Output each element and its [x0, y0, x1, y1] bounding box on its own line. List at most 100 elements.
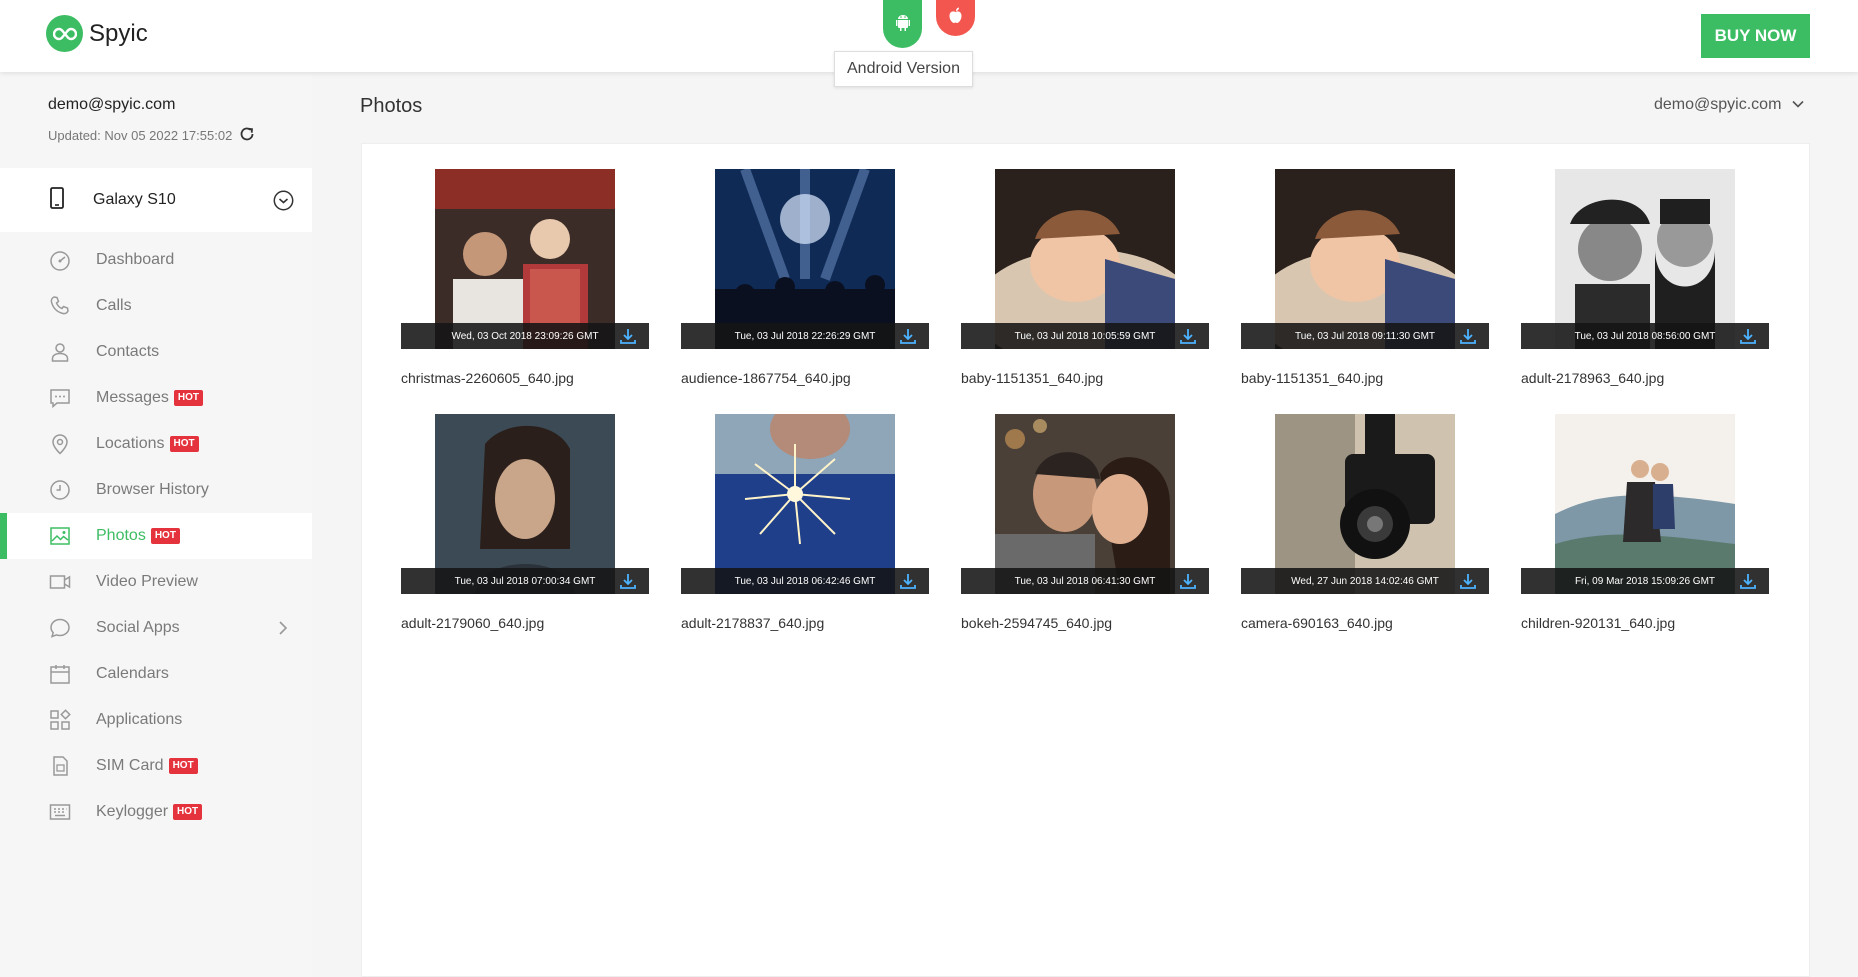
buy-now-button[interactable]: BUY NOW [1701, 14, 1810, 58]
photo-card: Tue, 03 Jul 2018 08:56:00 GMT adult-2178… [1521, 169, 1769, 386]
device-selector[interactable]: Galaxy S10 [0, 168, 312, 232]
photos-icon [48, 524, 72, 548]
download-icon[interactable] [1739, 327, 1757, 350]
photo-date: Tue, 03 Jul 2018 07:00:34 GMT [454, 575, 596, 587]
download-icon[interactable] [1459, 572, 1477, 595]
sidebar-item-calls[interactable]: Calls [0, 283, 312, 329]
hot-badge: HOT [173, 390, 204, 406]
photo-card: Fri, 09 Mar 2018 15:09:26 GMT children-9… [1521, 414, 1769, 631]
download-icon[interactable] [1739, 572, 1757, 595]
account-info: demo@spyic.com Updated: Nov 05 2022 17:5… [48, 96, 256, 146]
download-icon[interactable] [899, 572, 917, 595]
photo-thumbnail[interactable] [435, 169, 615, 349]
brand-name: Spyic [89, 19, 148, 47]
android-version-tab[interactable] [883, 0, 922, 48]
sidebar-item-video-preview[interactable]: Video Preview [0, 559, 312, 605]
photo-card: Tue, 03 Jul 2018 07:00:34 GMT adult-2179… [401, 414, 649, 631]
photo-card: Wed, 27 Jun 2018 14:02:46 GMT camera-690… [1241, 414, 1489, 631]
download-icon[interactable] [1179, 327, 1197, 350]
download-icon[interactable] [1179, 572, 1197, 595]
photo-thumbnail[interactable] [715, 414, 895, 594]
user-menu[interactable]: demo@spyic.com [1654, 96, 1805, 114]
photo-thumbnail[interactable] [715, 169, 895, 349]
photo-thumbnail[interactable] [1555, 414, 1735, 594]
photos-panel: Wed, 03 Oct 2018 23:09:26 GMT christmas-… [361, 143, 1810, 977]
sidebar-item-sim-card[interactable]: SIM Card HOT [0, 743, 312, 789]
photo-thumbnail[interactable] [995, 169, 1175, 349]
refresh-icon[interactable] [238, 125, 256, 146]
photo-caption-bar: Tue, 03 Jul 2018 09:11:30 GMT [1241, 323, 1489, 349]
download-icon[interactable] [899, 327, 917, 350]
photo-date: Tue, 03 Jul 2018 09:11:30 GMT [1294, 330, 1436, 342]
ios-version-tab[interactable] [936, 0, 975, 36]
photo-filename: children-920131_640.jpg [1521, 615, 1676, 631]
download-icon[interactable] [1459, 327, 1477, 350]
sidebar-item-browser-history[interactable]: Browser History [0, 467, 312, 513]
hot-badge: HOT [168, 758, 198, 774]
sidebar-item-messages[interactable]: Messages HOT [0, 375, 312, 421]
photo-filename: christmas-2260605_640.jpg [401, 370, 574, 386]
sidebar-item-keylogger[interactable]: Keylogger HOT [0, 789, 312, 835]
sim-icon [48, 754, 72, 778]
calendar-icon [48, 662, 72, 686]
photo-date: Tue, 03 Jul 2018 22:26:29 GMT [734, 330, 876, 342]
sidebar-item-label: Video Preview [96, 573, 198, 590]
photo-thumbnail[interactable] [995, 414, 1175, 594]
photo-date: Tue, 03 Jul 2018 06:42:46 GMT [734, 575, 876, 587]
photo-thumbnail[interactable] [1275, 414, 1455, 594]
photo-date: Wed, 27 Jun 2018 14:02:46 GMT [1291, 575, 1439, 587]
photo-thumbnail[interactable] [435, 414, 615, 594]
android-icon [895, 13, 911, 36]
photo-card: Tue, 03 Jul 2018 06:42:46 GMT adult-2178… [681, 414, 929, 631]
sidebar-item-social-apps[interactable]: Social Apps [0, 605, 312, 651]
sidebar-item-locations[interactable]: Locations HOT [0, 421, 312, 467]
photo-date: Tue, 03 Jul 2018 10:05:59 GMT [1014, 330, 1156, 342]
sidebar-item-photos[interactable]: Photos HOT [0, 513, 312, 559]
chevron-down-circle-icon[interactable] [273, 190, 294, 216]
sidebar-item-label: Calendars [96, 665, 169, 682]
phone-icon [48, 294, 72, 318]
download-icon[interactable] [619, 327, 637, 350]
download-icon[interactable] [619, 572, 637, 595]
photo-thumbnail[interactable] [1275, 169, 1455, 349]
photo-caption-bar: Tue, 03 Jul 2018 10:05:59 GMT [961, 323, 1209, 349]
apple-icon [948, 7, 963, 29]
photo-caption-bar: Tue, 03 Jul 2018 06:42:46 GMT [681, 568, 929, 594]
sidebar-item-label: Messages [96, 389, 169, 406]
photo-thumbnail[interactable] [1555, 169, 1735, 349]
photo-date: Tue, 03 Jul 2018 08:56:00 GMT [1574, 330, 1716, 342]
chevron-right-icon [278, 620, 288, 641]
photo-caption-bar: Fri, 09 Mar 2018 15:09:26 GMT [1521, 568, 1769, 594]
hot-badge: HOT [173, 804, 203, 820]
contacts-icon [48, 340, 72, 364]
chat-icon [48, 616, 72, 640]
photo-date: Tue, 03 Jul 2018 06:41:30 GMT [1014, 575, 1156, 587]
sidebar-item-dashboard[interactable]: Dashboard [0, 237, 312, 283]
sidebar-item-label: Calls [96, 297, 132, 314]
phone-device-icon [50, 186, 64, 214]
hot-badge: HOT [169, 436, 199, 452]
sidebar-item-applications[interactable]: Applications [0, 697, 312, 743]
message-icon [48, 386, 72, 410]
sidebar-item-label: Applications [96, 711, 183, 728]
photo-date: Wed, 03 Oct 2018 23:09:26 GMT [451, 330, 599, 342]
keyboard-icon [48, 800, 72, 824]
photo-grid: Wed, 03 Oct 2018 23:09:26 GMT christmas-… [401, 169, 1769, 631]
sidebar-item-calendars[interactable]: Calendars [0, 651, 312, 697]
photo-filename: adult-2179060_640.jpg [401, 615, 545, 631]
sidebar-item-label: Locations [96, 435, 165, 452]
photo-date: Fri, 09 Mar 2018 15:09:26 GMT [1574, 575, 1716, 587]
location-icon [48, 432, 72, 456]
photo-caption-bar: Wed, 27 Jun 2018 14:02:46 GMT [1241, 568, 1489, 594]
sidebar-item-label: Browser History [96, 481, 209, 498]
os-switch [883, 0, 975, 48]
user-menu-email: demo@spyic.com [1654, 96, 1782, 113]
device-name: Galaxy S10 [93, 191, 176, 208]
brand-logo[interactable]: Spyic [46, 15, 148, 52]
updated-row: Updated: Nov 05 2022 17:55:02 [48, 125, 256, 146]
sidebar-item-label: Dashboard [96, 251, 175, 268]
sidebar-item-contacts[interactable]: Contacts [0, 329, 312, 375]
photo-caption-bar: Tue, 03 Jul 2018 06:41:30 GMT [961, 568, 1209, 594]
photo-filename: camera-690163_640.jpg [1241, 615, 1393, 631]
sidebar-item-label: Contacts [96, 343, 160, 360]
